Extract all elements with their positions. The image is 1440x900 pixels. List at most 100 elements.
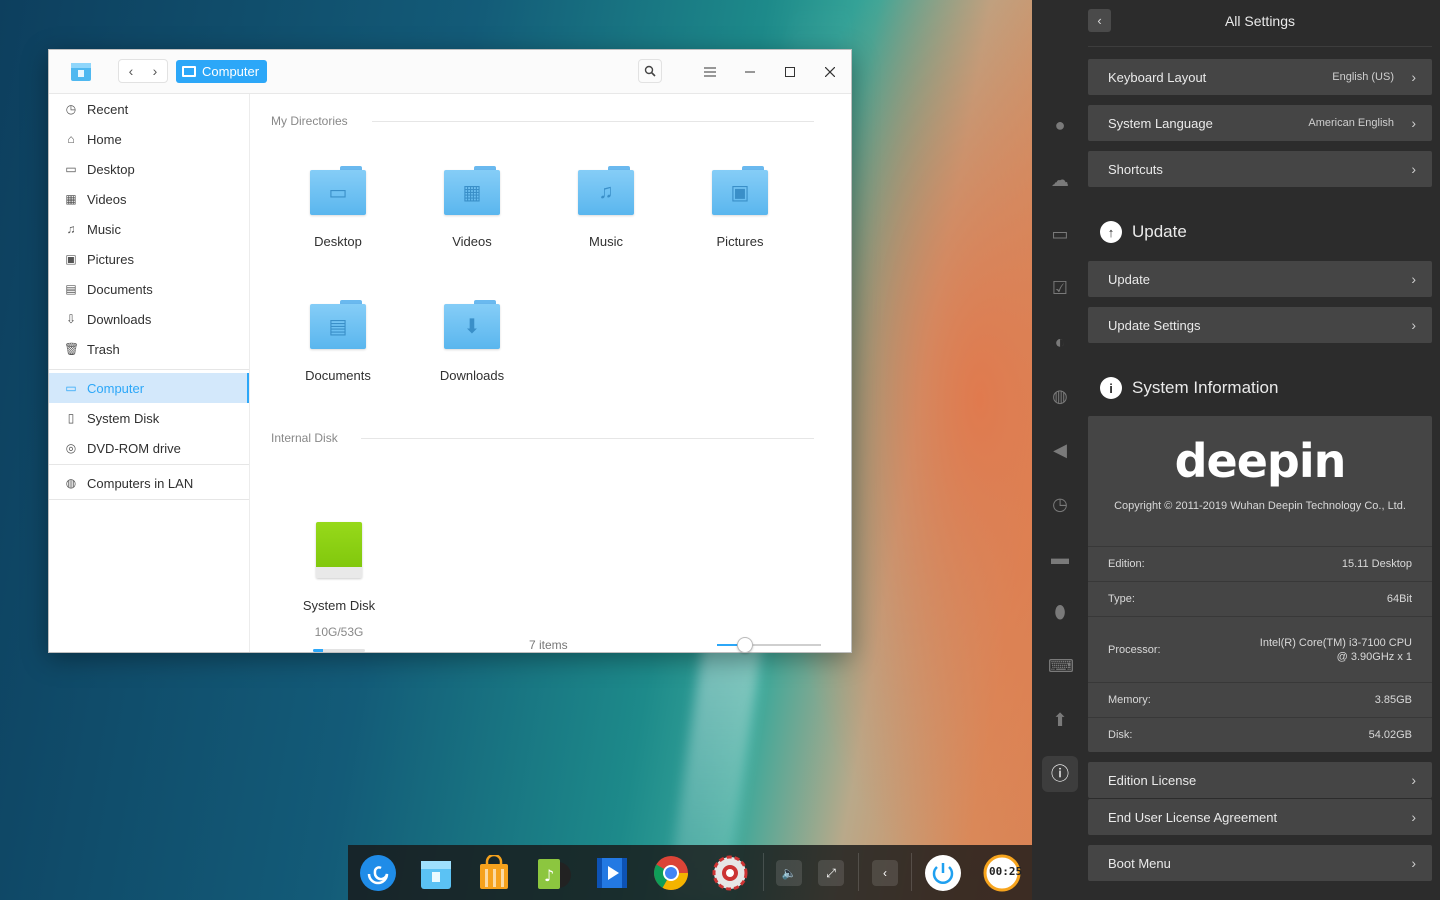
sidebar-item-label: Pictures: [87, 251, 134, 267]
keyboard-icon[interactable]: ⌨: [1048, 654, 1074, 678]
sidebar-item-computer[interactable]: ▭ Computer: [49, 373, 249, 403]
update-icon[interactable]: ⬆: [1048, 708, 1072, 732]
info-value: 54.02GB: [1368, 729, 1412, 741]
dock-movie[interactable]: [592, 853, 632, 893]
folder-documents[interactable]: ▤ Documents: [283, 300, 393, 383]
sidebar-item-label: Documents: [87, 281, 153, 297]
breadcrumb-computer[interactable]: Computer: [176, 60, 268, 83]
dock-app-store[interactable]: [474, 853, 514, 893]
music-icon: ♫: [66, 222, 76, 236]
disk-label: System Disk: [302, 598, 376, 613]
folder-videos[interactable]: ▦ Videos: [417, 166, 527, 249]
network-icon: ◍: [65, 476, 77, 490]
hamburger-icon: [704, 67, 716, 77]
row-label: Update: [1108, 271, 1150, 287]
row-boot-menu[interactable]: Boot Menu ›: [1088, 845, 1432, 881]
clock-text: 00:25: [989, 865, 1023, 878]
disk-system[interactable]: System Disk 10G/53G: [299, 522, 379, 652]
personalization-icon[interactable]: ◐: [1048, 330, 1072, 354]
dock-file-manager[interactable]: [416, 853, 456, 893]
row-eula[interactable]: End User License Agreement ›: [1088, 799, 1432, 835]
sidebar-item-pictures[interactable]: ▣ Pictures: [49, 244, 249, 274]
row-update[interactable]: Update ›: [1088, 261, 1432, 297]
cloud-icon[interactable]: ☁: [1048, 168, 1072, 192]
folder-label: Pictures: [716, 234, 764, 249]
power-icon[interactable]: ▬: [1048, 546, 1072, 570]
folder-label: Videos: [452, 234, 492, 249]
dock-collapse[interactable]: ‹: [872, 860, 898, 886]
info-value: 64Bit: [1386, 593, 1412, 605]
dock-music[interactable]: ♪: [534, 853, 574, 893]
sidebar-item-dvd-rom[interactable]: ◎ DVD-ROM drive: [49, 433, 249, 463]
sidebar-divider: [49, 369, 249, 370]
sidebar-item-desktop[interactable]: ▭ Desktop: [49, 154, 249, 184]
folder-downloads[interactable]: ⬇ Downloads: [417, 300, 527, 383]
time-icon[interactable]: ◷: [1048, 492, 1072, 516]
row-update-settings[interactable]: Update Settings ›: [1088, 307, 1432, 343]
dock-settings[interactable]: [710, 853, 750, 893]
dock-chrome[interactable]: [651, 853, 691, 893]
system-information-card: deepin Copyright © 2011-2019 Wuhan Deepi…: [1088, 416, 1432, 752]
music-folder-icon: ♫: [578, 166, 634, 216]
sidebar-item-home[interactable]: ⌂ Home: [49, 124, 249, 154]
sidebar-item-label: Downloads: [87, 311, 152, 327]
folder-label: Downloads: [439, 368, 505, 383]
chevron-right-icon: ›: [1411, 809, 1416, 825]
sidebar-item-trash[interactable]: 🗑 Trash: [49, 334, 249, 364]
close-button[interactable]: [818, 60, 842, 84]
row-label: Boot Menu: [1108, 855, 1171, 871]
icon-size-slider[interactable]: [717, 637, 821, 653]
sidebar-item-label: Trash: [87, 341, 120, 357]
sidebar-item-videos[interactable]: ▦ Videos: [49, 184, 249, 214]
chevron-right-icon: ›: [1411, 772, 1416, 788]
dock-power[interactable]: [923, 853, 963, 893]
sound-icon[interactable]: ◀: [1048, 438, 1072, 462]
settings-rail: ● ☁ ▭ ☑ ◐ ◍ ◀ ◷ ▬ ⬮ ⌨ ⬆ ⓘ: [1032, 0, 1088, 900]
back-button[interactable]: ‹: [1088, 9, 1111, 32]
dock-clock[interactable]: 00:25: [982, 853, 1022, 893]
account-icon[interactable]: ●: [1048, 113, 1072, 137]
dock-network[interactable]: ⤢: [818, 860, 844, 886]
close-icon: [825, 67, 835, 77]
row-shortcuts[interactable]: Shortcuts ›: [1088, 151, 1432, 187]
sidebar-item-downloads[interactable]: ⇩ Downloads: [49, 304, 249, 334]
computer-icon: ▭: [65, 381, 77, 395]
folder-music[interactable]: ♫ Music: [551, 166, 661, 249]
sidebar-item-music[interactable]: ♫ Music: [49, 214, 249, 244]
forward-button[interactable]: ›: [143, 60, 167, 82]
dock-launcher[interactable]: [358, 853, 398, 893]
disk-icon: ▯: [67, 411, 75, 425]
logo-area: deepin Copyright © 2011-2019 Wuhan Deepi…: [1088, 416, 1432, 546]
hard-disk-icon: [316, 522, 362, 578]
desktop-folder-icon: ▭: [310, 166, 366, 216]
info-row-processor: Processor: Intel(R) Core(TM) i3-7100 CPU…: [1088, 616, 1432, 682]
sidebar-item-recent[interactable]: ◷ Recent: [49, 94, 249, 124]
file-manager-titlebar: ‹ › Computer: [49, 50, 851, 94]
maximize-button[interactable]: [778, 60, 802, 84]
sidebar-item-system-disk[interactable]: ▯ System Disk: [49, 403, 249, 433]
display-icon[interactable]: ▭: [1048, 222, 1072, 246]
folder-desktop[interactable]: ▭ Desktop: [283, 166, 393, 249]
trash-icon: 🗑: [64, 342, 80, 356]
row-keyboard-layout[interactable]: Keyboard Layout English (US) ›: [1088, 59, 1432, 95]
svg-text:♪: ♪: [544, 866, 554, 885]
search-button[interactable]: [638, 59, 662, 83]
sidebar-item-documents[interactable]: ▤ Documents: [49, 274, 249, 304]
back-button[interactable]: ‹: [119, 60, 143, 82]
row-edition-license[interactable]: Edition License ›: [1088, 762, 1432, 798]
minimize-button[interactable]: [738, 60, 762, 84]
folder-pictures[interactable]: ▣ Pictures: [685, 166, 795, 249]
sidebar-item-label: Music: [87, 221, 121, 237]
sidebar-item-label: Computer: [87, 380, 145, 396]
file-manager-window: ‹ › Computer ◷ Recent ⌂ Home ▭ Desktop ▦…: [48, 49, 852, 653]
dock-volume[interactable]: 🔈: [776, 860, 802, 886]
heading-label: Update: [1132, 222, 1187, 241]
row-system-language[interactable]: System Language American English ›: [1088, 105, 1432, 141]
info-icon[interactable]: ⓘ: [1048, 762, 1072, 786]
mouse-icon[interactable]: ⬮: [1048, 600, 1072, 624]
menu-button[interactable]: [698, 60, 722, 84]
slider-handle[interactable]: [737, 637, 754, 653]
sidebar-item-computers-in-lan[interactable]: ◍ Computers in LAN: [49, 468, 249, 498]
defaults-icon[interactable]: ☑: [1048, 276, 1072, 300]
network-icon[interactable]: ◍: [1048, 384, 1072, 408]
